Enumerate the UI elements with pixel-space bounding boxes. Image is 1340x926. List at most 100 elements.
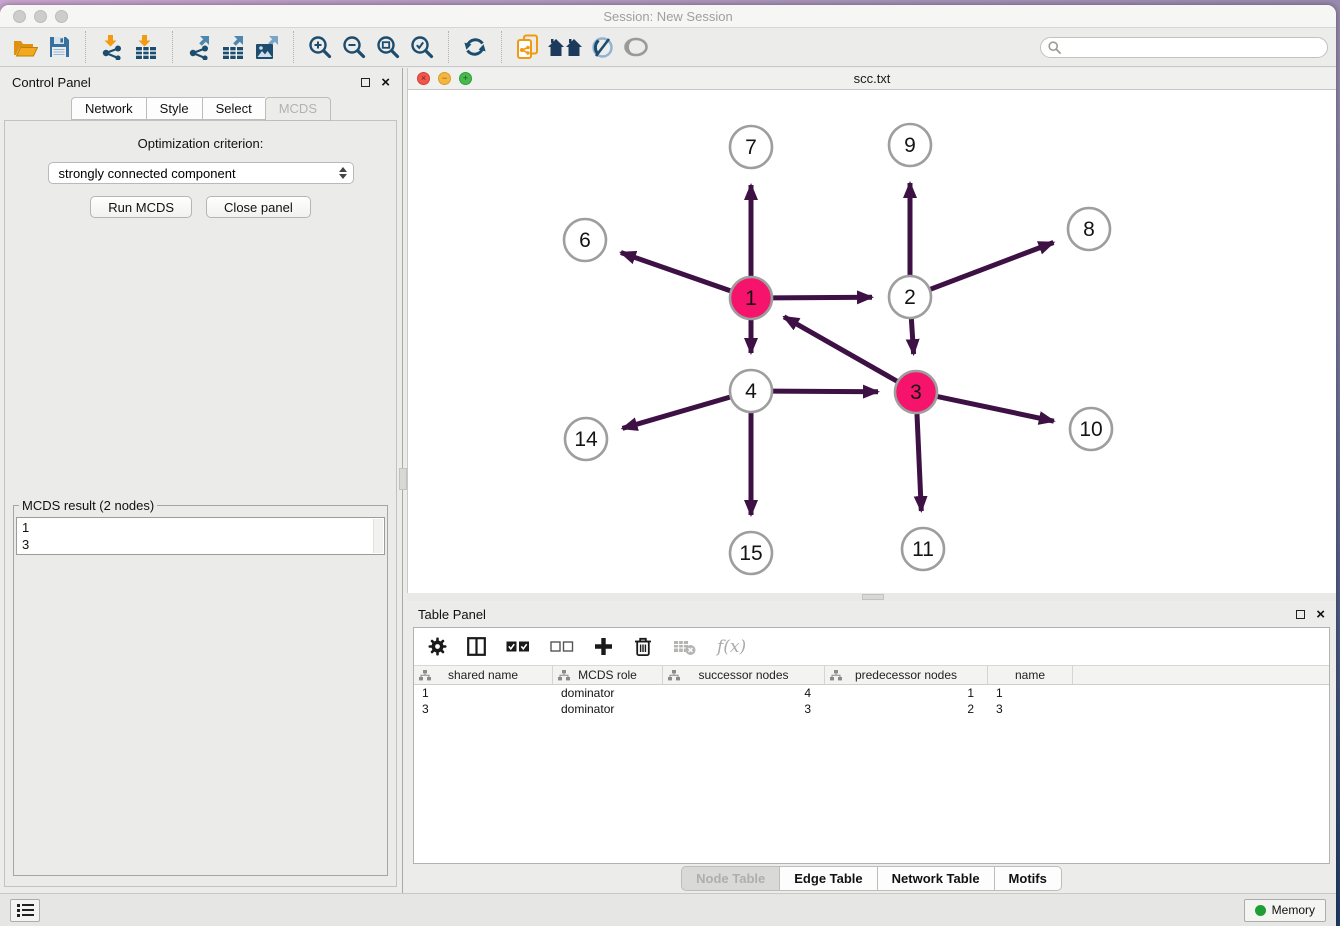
tab-mcds[interactable]: MCDS (265, 97, 331, 121)
table-row[interactable]: 3dominator323 (414, 701, 1329, 717)
table-settings-button[interactable] (428, 637, 447, 656)
export-table-button[interactable] (216, 32, 250, 62)
edge-4-14[interactable] (622, 397, 729, 428)
table-toolbar: f(x) (414, 628, 1329, 665)
graph-node-6[interactable]: 6 (564, 219, 606, 261)
zoom-window-button[interactable] (55, 10, 68, 23)
import-network-button[interactable] (95, 32, 129, 62)
graph-node-3[interactable]: 3 (895, 371, 937, 413)
function-builder-button[interactable]: f(x) (717, 637, 746, 657)
column-label: successor nodes (698, 668, 788, 682)
svg-text:11: 11 (912, 538, 934, 561)
divider-grip[interactable] (399, 468, 407, 490)
minimize-window-button[interactable] (34, 10, 47, 23)
tab-edge-table[interactable]: Edge Table (779, 866, 876, 891)
add-column-button[interactable] (594, 637, 613, 656)
open-session-button[interactable] (8, 32, 42, 62)
memory-button[interactable]: Memory (1244, 899, 1326, 922)
divider-grip[interactable] (862, 594, 884, 600)
import-table-button[interactable] (129, 32, 163, 62)
graph-node-11[interactable]: 11 (902, 528, 944, 570)
select-all-columns-button[interactable] (506, 641, 530, 652)
edge-1-2[interactable] (773, 297, 872, 298)
search-input[interactable] (1066, 40, 1320, 54)
run-mcds-button[interactable]: Run MCDS (90, 196, 192, 218)
svg-text:10: 10 (1079, 418, 1102, 441)
zoom-out-button[interactable] (337, 32, 371, 62)
minimize-network-button[interactable]: − (438, 72, 451, 85)
column-group-icon (830, 670, 842, 681)
columns-icon (467, 637, 486, 656)
deselect-all-columns-button[interactable] (550, 641, 574, 652)
svg-text:15: 15 (739, 542, 762, 565)
birdseye-view-button[interactable] (619, 32, 653, 62)
graph-node-4[interactable]: 4 (730, 370, 772, 412)
table-row[interactable]: 1dominator411 (414, 685, 1329, 701)
graph-node-1[interactable]: 1 (730, 277, 772, 319)
node-table-body: f(x) shared nameMCDS role successor nodes… (413, 627, 1330, 864)
zoom-in-button[interactable] (303, 32, 337, 62)
delete-table-button[interactable] (673, 638, 697, 656)
cell-name: 1 (988, 686, 1073, 700)
toggle-graphics-details-button[interactable] (585, 32, 619, 62)
edge-3-1[interactable] (784, 317, 897, 381)
column-header-name[interactable]: name (988, 666, 1073, 684)
column-header-predecessor-nodes[interactable]: predecessor nodes (825, 666, 988, 684)
float-panel-icon[interactable] (1296, 610, 1305, 619)
tab-select[interactable]: Select (202, 97, 265, 120)
zoom-out-icon (342, 35, 366, 59)
zoom-selected-button[interactable] (405, 32, 439, 62)
save-session-button[interactable] (42, 32, 76, 62)
graph-node-15[interactable]: 15 (730, 532, 772, 574)
tab-network[interactable]: Network (71, 97, 146, 120)
edge-1-6[interactable] (621, 253, 730, 291)
tab-node-table[interactable]: Node Table (681, 866, 779, 891)
graph-node-8[interactable]: 8 (1068, 208, 1110, 250)
maximize-network-button[interactable]: + (459, 72, 472, 85)
svg-text:4: 4 (745, 380, 757, 403)
edge-3-11[interactable] (917, 414, 921, 511)
tab-network-table[interactable]: Network Table (877, 866, 994, 891)
homes-button[interactable] (545, 32, 585, 62)
graph-node-14[interactable]: 14 (565, 418, 607, 460)
refresh-layout-button[interactable] (458, 32, 492, 62)
panel-divider[interactable] (402, 68, 407, 893)
export-network-button[interactable] (182, 32, 216, 62)
edge-2-3[interactable] (911, 319, 913, 354)
duplicate-network-button[interactable] (511, 32, 545, 62)
tab-motifs[interactable]: Motifs (994, 866, 1062, 891)
graph-node-10[interactable]: 10 (1070, 408, 1112, 450)
zoom-fit-button[interactable] (371, 32, 405, 62)
float-panel-icon[interactable] (361, 78, 370, 87)
search-field[interactable] (1040, 37, 1328, 58)
graph-node-9[interactable]: 9 (889, 124, 931, 166)
close-window-button[interactable] (13, 10, 26, 23)
graph-node-2[interactable]: 2 (889, 276, 931, 318)
column-header-successor-nodes[interactable]: successor nodes (663, 666, 825, 684)
result-scrollbar[interactable] (373, 519, 383, 553)
select-stepper-icon (339, 167, 347, 179)
task-history-button[interactable] (10, 899, 40, 922)
graph-node-7[interactable]: 7 (730, 126, 772, 168)
column-header-shared-name[interactable]: shared name (414, 666, 553, 684)
tab-style[interactable]: Style (146, 97, 202, 120)
delete-column-button[interactable] (633, 636, 653, 657)
network-canvas[interactable]: 7 9 6 8 1 2 4 3 14 10 15 11 (408, 90, 1336, 593)
column-header-MCDS-role[interactable]: MCDS role (553, 666, 663, 684)
mcds-result-title: MCDS result (2 nodes) (19, 498, 157, 513)
horizontal-divider[interactable] (407, 593, 1336, 601)
export-image-button[interactable] (250, 32, 284, 62)
criterion-select[interactable]: strongly connected component (48, 162, 354, 184)
edge-4-3[interactable] (773, 391, 878, 392)
save-floppy-icon (48, 36, 70, 58)
criterion-value: strongly connected component (59, 166, 236, 181)
close-panel-icon[interactable]: × (1316, 607, 1325, 622)
close-panel-button[interactable]: Close panel (206, 196, 311, 218)
close-network-button[interactable]: × (417, 72, 430, 85)
mcds-result-list[interactable]: 13 (16, 517, 385, 555)
close-panel-icon[interactable]: × (381, 75, 390, 90)
split-columns-button[interactable] (467, 637, 486, 656)
edge-2-8[interactable] (931, 242, 1054, 289)
cell-predecessor-nodes: 1 (825, 686, 988, 700)
edge-3-10[interactable] (938, 397, 1054, 422)
